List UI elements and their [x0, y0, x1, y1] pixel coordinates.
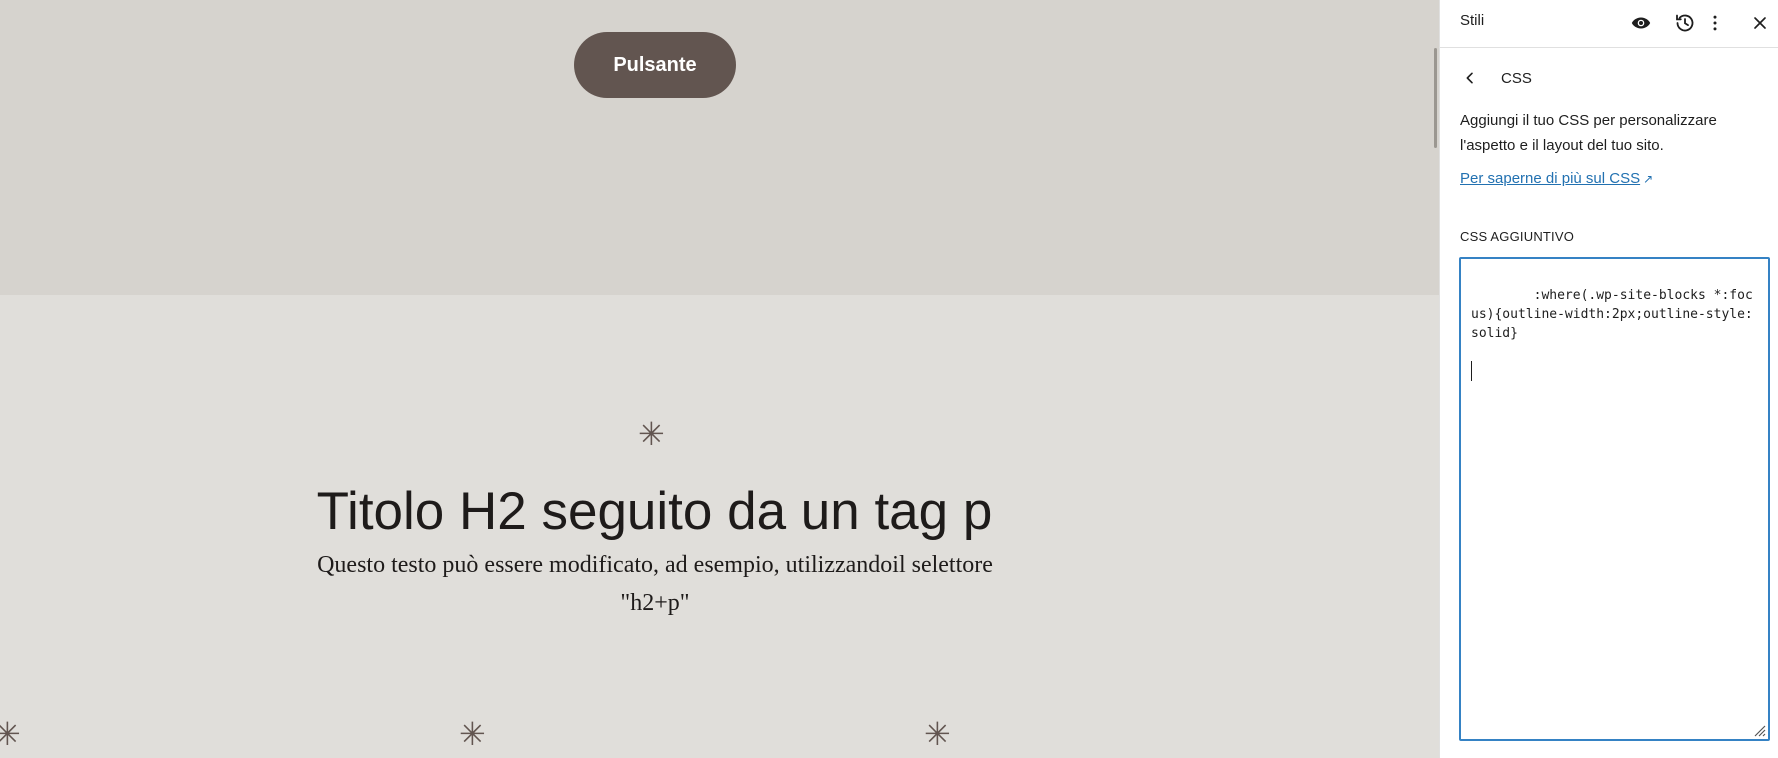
style-book-button[interactable]: [1624, 6, 1658, 40]
learn-more-text: Per saperne di più sul CSS: [1460, 170, 1641, 187]
additional-css-label: CSS AGGIUNTIVO: [1460, 229, 1575, 244]
asterisk-decoration-icon: ✳: [924, 715, 951, 753]
navigator-title: CSS: [1501, 70, 1532, 87]
history-icon: [1676, 14, 1694, 32]
css-description: Aggiungi il tuo CSS per personalizzare l…: [1460, 112, 1717, 154]
sidebar-title: Stili: [1460, 12, 1485, 29]
heading-paragraph[interactable]: Questo testo può essere modificato, ad e…: [295, 546, 1015, 622]
styles-sidebar: Stili CSS Aggiungi il tuo CSS per person…: [1439, 0, 1778, 758]
additional-css-textarea[interactable]: :where(.wp-site-blocks *:focus){outline-…: [1459, 257, 1770, 741]
revisions-button[interactable]: [1668, 6, 1702, 40]
more-vertical-icon: [1713, 15, 1717, 31]
close-sidebar-button[interactable]: [1743, 6, 1777, 40]
page-heading[interactable]: Titolo H2 seguito da un tag p: [0, 480, 1309, 544]
more-options-button[interactable]: [1698, 6, 1732, 40]
navigator-header: CSS: [1440, 58, 1778, 98]
css-editor-content: :where(.wp-site-blocks *:focus){outline-…: [1471, 288, 1753, 341]
sidebar-header: Stili: [1440, 0, 1778, 48]
resize-handle-icon[interactable]: [1752, 723, 1766, 737]
editor-canvas[interactable]: aggiungi Pulsante ✳ Titolo H2 seguito da…: [0, 0, 1439, 758]
asterisk-decoration-icon: ✳: [459, 715, 486, 753]
learn-more-css-link[interactable]: Per saperne di più sul CSS ↗: [1460, 170, 1653, 187]
canvas-scrollbar[interactable]: [1434, 48, 1437, 148]
external-link-icon: ↗: [1643, 172, 1654, 186]
asterisk-decoration-icon: ✳: [638, 415, 665, 453]
chevron-left-icon: [1466, 72, 1473, 84]
eye-icon: [1631, 17, 1651, 29]
close-icon: [1754, 17, 1766, 29]
asterisk-decoration-icon: ✳: [0, 715, 21, 753]
pulsante-button[interactable]: Pulsante: [574, 32, 736, 98]
top-section: aggiungi Pulsante: [0, 0, 1439, 295]
back-button[interactable]: [1458, 66, 1482, 90]
text-caret: [1471, 361, 1472, 381]
